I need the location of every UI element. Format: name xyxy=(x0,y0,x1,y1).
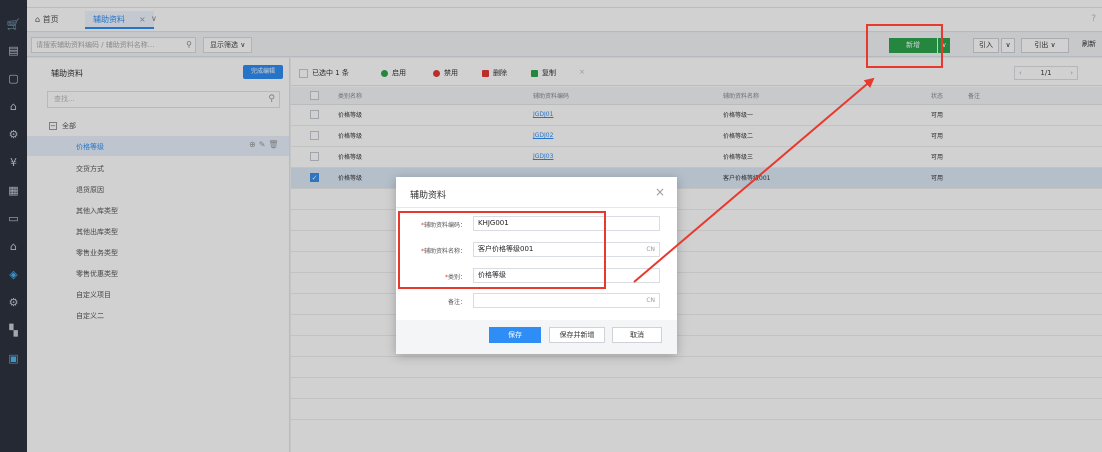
arrow-line xyxy=(633,77,875,283)
annotation-arrow xyxy=(633,77,875,283)
